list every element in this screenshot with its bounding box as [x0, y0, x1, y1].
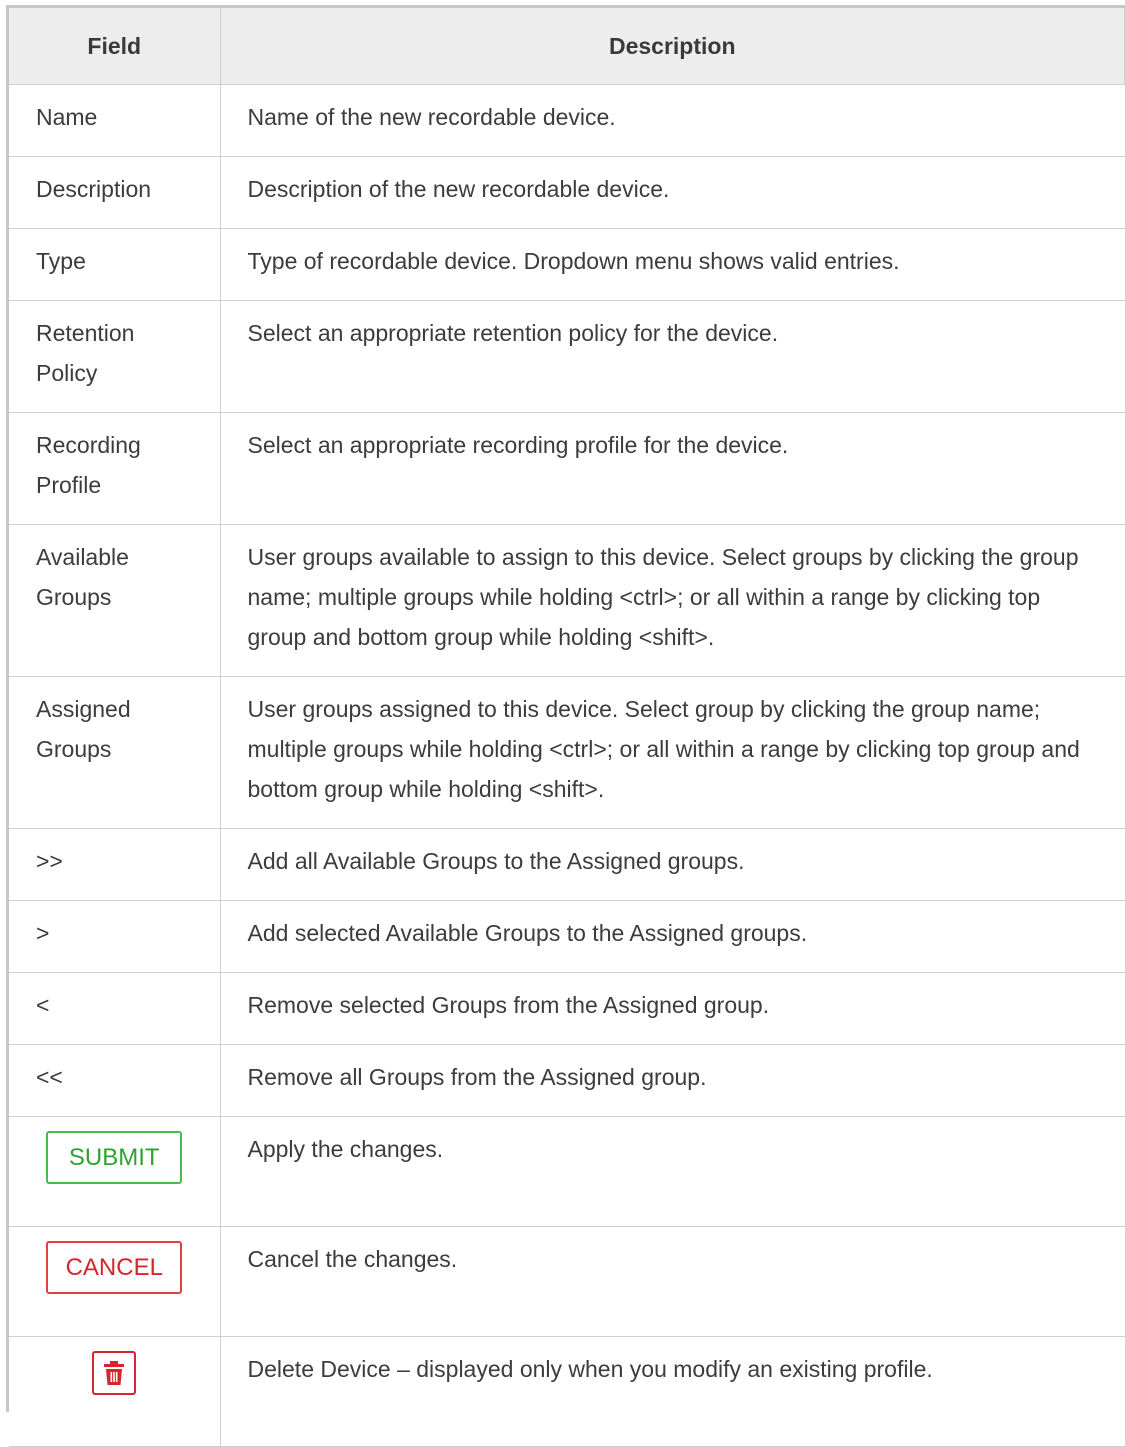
row-description: Type of recordable device. Dropdown menu…: [220, 228, 1125, 301]
row-description: User groups available to assign to this …: [220, 524, 1125, 677]
row-field: >>: [9, 828, 221, 901]
row-description: Remove all Groups from the Assigned grou…: [220, 1044, 1125, 1117]
row-field-button: SUBMIT: [9, 1116, 221, 1227]
row-field: >: [9, 900, 221, 973]
table-row: Available Groups User groups available t…: [9, 524, 1125, 677]
submit-button[interactable]: SUBMIT: [46, 1131, 183, 1184]
table-row: >> Add all Available Groups to the Assig…: [9, 828, 1125, 901]
row-field-button: [9, 1336, 221, 1447]
row-field: Recording Profile: [9, 412, 221, 525]
table-row: Delete Device – displayed only when you …: [9, 1336, 1125, 1447]
table-row: SUBMIT Apply the changes.: [9, 1116, 1125, 1227]
row-field: Description: [9, 156, 221, 229]
row-description: Cancel the changes.: [220, 1226, 1125, 1337]
table-row: << Remove all Groups from the Assigned g…: [9, 1044, 1125, 1117]
row-field: <: [9, 972, 221, 1045]
row-description: Description of the new recordable device…: [220, 156, 1125, 229]
table-row: Name Name of the new recordable device.: [9, 84, 1125, 157]
table-row: Retention Policy Select an appropriate r…: [9, 300, 1125, 413]
row-description: Select an appropriate retention policy f…: [220, 300, 1125, 413]
header-description: Description: [220, 8, 1125, 85]
row-description: Select an appropriate recording profile …: [220, 412, 1125, 525]
field-description-table: Field Description Name Name of the new r…: [6, 5, 1125, 1447]
row-description: Delete Device – displayed only when you …: [220, 1336, 1125, 1447]
table-row: > Add selected Available Groups to the A…: [9, 900, 1125, 973]
row-field: Retention Policy: [9, 300, 221, 413]
table-row: Recording Profile Select an appropriate …: [9, 412, 1125, 525]
table: Field Description Name Name of the new r…: [9, 8, 1125, 1447]
header-field: Field: [9, 8, 221, 85]
row-description: Add all Available Groups to the Assigned…: [220, 828, 1125, 901]
delete-button[interactable]: [92, 1351, 137, 1395]
row-field: <<: [9, 1044, 221, 1117]
table-row: Assigned Groups User groups assigned to …: [9, 676, 1125, 829]
row-field-button: CANCEL: [9, 1226, 221, 1337]
row-description: Name of the new recordable device.: [220, 84, 1125, 157]
cancel-button[interactable]: CANCEL: [46, 1241, 183, 1294]
trash-icon: [104, 1361, 125, 1385]
table-row: Description Description of the new recor…: [9, 156, 1125, 229]
row-field: Type: [9, 228, 221, 301]
row-field: Assigned Groups: [9, 676, 221, 829]
table-header-row: Field Description: [9, 8, 1125, 85]
table-row: < Remove selected Groups from the Assign…: [9, 972, 1125, 1045]
row-field: Available Groups: [9, 524, 221, 677]
row-description: Remove selected Groups from the Assigned…: [220, 972, 1125, 1045]
row-field: Name: [9, 84, 221, 157]
row-description: Apply the changes.: [220, 1116, 1125, 1227]
row-description: User groups assigned to this device. Sel…: [220, 676, 1125, 829]
table-row: CANCEL Cancel the changes.: [9, 1226, 1125, 1337]
table-row: Type Type of recordable device. Dropdown…: [9, 228, 1125, 301]
row-description: Add selected Available Groups to the Ass…: [220, 900, 1125, 973]
